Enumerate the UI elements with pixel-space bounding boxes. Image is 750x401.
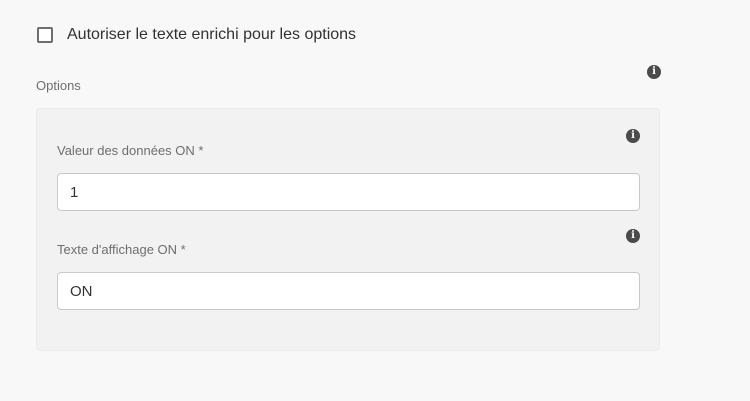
data-value-label: Valeur des données ON * [57,143,204,158]
data-value-info-icon[interactable]: i [626,129,640,143]
options-info-icon[interactable]: i [647,65,661,79]
data-value-input[interactable] [57,173,640,211]
options-section-label: Options [36,78,81,93]
rich-text-checkbox-label: Autoriser le texte enrichi pour les opti… [67,26,357,43]
options-panel: i Valeur des données ON * i Texte d'affi… [36,108,660,351]
display-text-info-icon[interactable]: i [626,229,640,243]
rich-text-checkbox[interactable] [37,27,53,43]
options-settings-page: Autoriser le texte enrichi pour les opti… [0,0,750,401]
rich-text-option-row[interactable]: Autoriser le texte enrichi pour les opti… [37,26,356,44]
display-text-input[interactable] [57,272,640,310]
display-text-label: Texte d'affichage ON * [57,242,186,257]
